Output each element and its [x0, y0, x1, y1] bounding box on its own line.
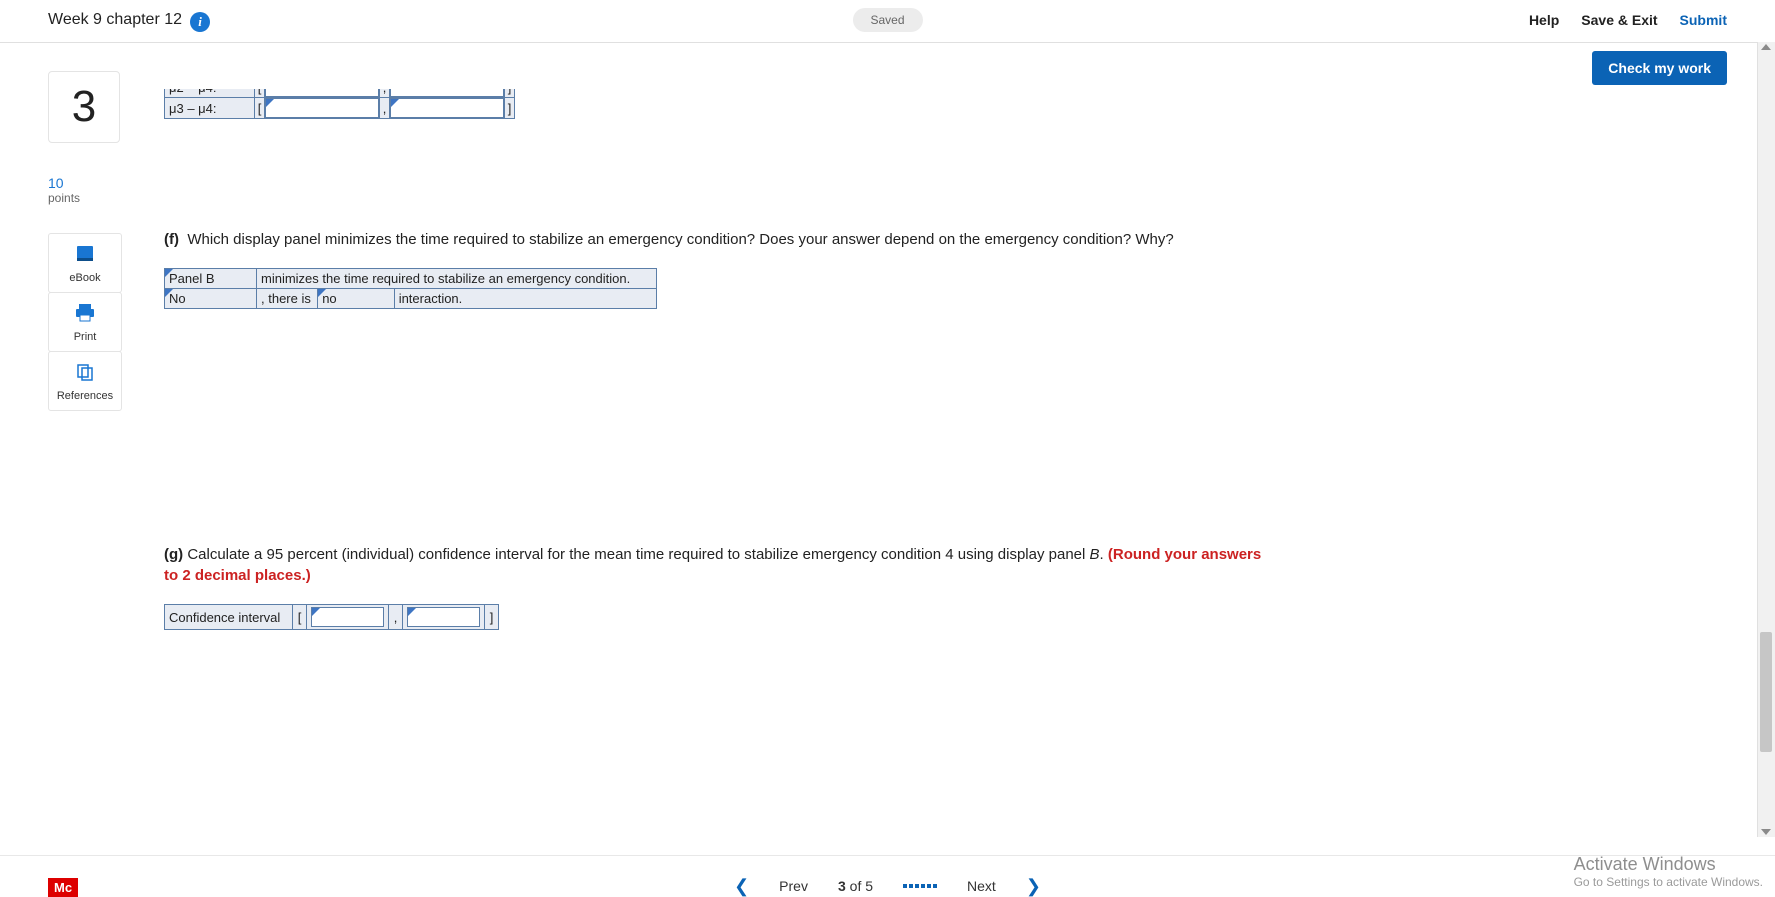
bracket-close: ]	[505, 89, 515, 98]
part-f-text: (f) Which display panel minimizes the ti…	[164, 229, 1214, 250]
part-f-body: Which display panel minimizes the time r…	[187, 231, 1173, 248]
next-arrow-icon[interactable]: ❯	[1026, 877, 1041, 895]
bracket-close: ]	[505, 98, 515, 119]
top-bar: Week 9 chapter 12 i Saved Help Save & Ex…	[0, 0, 1775, 43]
comma: ,	[380, 89, 390, 98]
panel-select[interactable]: Panel B	[165, 269, 257, 289]
vertical-scrollbar[interactable]	[1757, 42, 1775, 837]
info-icon[interactable]: i	[190, 12, 210, 32]
check-my-work-button[interactable]: Check my work	[1592, 51, 1727, 85]
printer-icon	[74, 303, 96, 323]
depends-select[interactable]: No	[165, 289, 257, 309]
resources-grid-icon[interactable]	[903, 884, 937, 888]
part-f-label: (f)	[164, 231, 179, 248]
mu3-mu4-input-low[interactable]	[265, 98, 380, 119]
scroll-thumb[interactable]	[1760, 632, 1772, 752]
mu2-mu4-input-high[interactable]	[390, 89, 505, 98]
minimizes-text: minimizes the time required to stabilize…	[257, 269, 657, 289]
mu-diff-table: μ2 – μ4: [ , ] μ3 – μ4: [ , ]	[164, 89, 515, 119]
help-link[interactable]: Help	[1529, 12, 1559, 28]
book-icon	[74, 244, 96, 264]
interaction-tail: interaction.	[394, 289, 656, 309]
mu3-mu4-input-high[interactable]	[390, 98, 505, 119]
mu3-mu4-label: μ3 – μ4:	[165, 98, 255, 119]
print-label: Print	[74, 331, 97, 343]
points-block: 10 points	[48, 175, 138, 205]
activate-title: Activate Windows	[1574, 854, 1763, 875]
sub-toolbar: Check my work	[0, 43, 1775, 89]
interaction-select[interactable]: no	[318, 289, 395, 309]
references-button[interactable]: References	[48, 351, 122, 411]
nav-position: 3 of 5	[838, 878, 873, 894]
copy-icon	[74, 362, 96, 382]
mu2-mu4-label: μ2 – μ4:	[165, 89, 255, 98]
submit-link[interactable]: Submit	[1680, 12, 1727, 28]
ci-input-high[interactable]	[403, 605, 485, 630]
points-value: 10	[48, 175, 138, 191]
panel-b-italic: B	[1090, 546, 1100, 563]
mu2-mu4-input-low[interactable]	[265, 89, 380, 98]
save-exit-link[interactable]: Save & Exit	[1581, 12, 1657, 28]
part-f-answer-table: Panel B minimizes the time required to s…	[164, 268, 657, 309]
bracket-open: [	[293, 605, 307, 630]
left-column: 3 10 points eBook Print References	[48, 89, 138, 836]
ci-label: Confidence interval	[165, 605, 293, 630]
bracket-open: [	[255, 89, 265, 98]
comma: ,	[380, 98, 390, 119]
ci-table: Confidence interval [ , ]	[164, 604, 499, 630]
ebook-button[interactable]: eBook	[48, 233, 122, 293]
mcgraw-logo: Mc	[48, 878, 78, 897]
comma: ,	[389, 605, 403, 630]
part-g-text: (g) Calculate a 95 percent (individual) …	[164, 544, 1264, 586]
question-number-box: 3	[48, 71, 120, 143]
prev-arrow-icon[interactable]: ❮	[734, 877, 749, 895]
bracket-close: ]	[485, 605, 499, 630]
prev-label[interactable]: Prev	[779, 878, 808, 894]
scroll-down-icon[interactable]	[1761, 829, 1771, 835]
scroll-up-icon[interactable]	[1761, 44, 1771, 50]
bracket-open: [	[255, 98, 265, 119]
references-label: References	[57, 390, 113, 402]
next-label[interactable]: Next	[967, 878, 996, 894]
activate-subtitle: Go to Settings to activate Windows.	[1574, 875, 1763, 889]
there-is-text: , there is	[257, 289, 318, 309]
windows-activation-overlay: Activate Windows Go to Settings to activ…	[1574, 854, 1763, 889]
save-status-pill: Saved	[852, 8, 922, 32]
top-bar-actions: Help Save & Exit Submit	[1529, 12, 1727, 28]
bottom-nav: ❮ Prev 3 of 5 Next ❯	[0, 855, 1775, 897]
points-label: points	[48, 191, 138, 205]
question-content: μ2 – μ4: [ , ] μ3 – μ4: [ , ] (f) Which …	[138, 89, 1727, 836]
part-g-body: Calculate a 95 percent (individual) conf…	[187, 546, 1089, 563]
ci-input-low[interactable]	[307, 605, 389, 630]
assignment-title: Week 9 chapter 12	[48, 11, 182, 29]
print-button[interactable]: Print	[48, 292, 122, 352]
ebook-label: eBook	[69, 272, 100, 284]
part-g-label: (g)	[164, 546, 183, 563]
